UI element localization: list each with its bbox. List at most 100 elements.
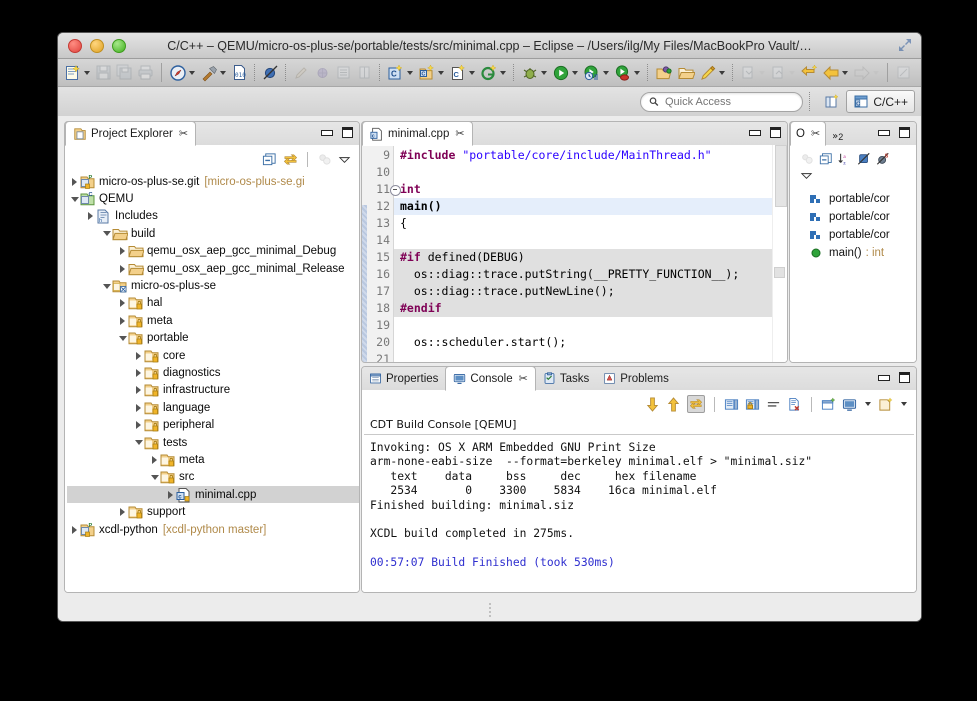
collapse-all-button[interactable] xyxy=(262,152,277,167)
outline-item[interactable]: portable/cor xyxy=(790,190,916,208)
hide-fields-button[interactable] xyxy=(857,152,871,166)
new-cpp-file-button[interactable]: C xyxy=(448,62,477,84)
minimize-view-button[interactable] xyxy=(321,129,333,136)
minimize-panel-button[interactable] xyxy=(878,374,890,381)
tree-row[interactable]: Pxcdl-python [xcdl-python master] xyxy=(67,521,359,538)
hide-static-button[interactable]: S xyxy=(876,152,890,166)
code-line[interactable]: main() xyxy=(394,198,772,215)
editor-vertical-scrollbar[interactable] xyxy=(772,145,787,362)
quick-access-input[interactable] xyxy=(662,94,795,109)
collapse-twisty[interactable] xyxy=(117,330,128,347)
new-cpp-class-menu-arrow[interactable] xyxy=(438,70,444,75)
expand-twisty[interactable] xyxy=(165,486,176,503)
close-icon[interactable]: ✂ xyxy=(455,127,464,140)
tab-outline[interactable]: O ✂ xyxy=(790,121,827,146)
back-button[interactable] xyxy=(821,62,850,84)
display-selected-console-button[interactable] xyxy=(842,397,857,412)
expand-twisty[interactable] xyxy=(133,347,144,364)
search-button[interactable] xyxy=(292,62,311,84)
expand-twisty[interactable] xyxy=(117,243,128,260)
scroll-lock-down-button[interactable] xyxy=(645,396,660,412)
link-with-editor-button[interactable] xyxy=(283,152,298,167)
run-history-menu-arrow[interactable] xyxy=(603,70,609,75)
collapse-twisty[interactable] xyxy=(101,278,112,295)
view-overflow[interactable]: » 2 xyxy=(832,131,843,142)
new-cpp-project-menu-arrow[interactable] xyxy=(407,70,413,75)
save-button[interactable] xyxy=(94,62,113,84)
annotate-button[interactable] xyxy=(698,62,727,84)
code-line[interactable]: os::diag::trace.putNewLine(); xyxy=(394,283,772,300)
outline-list[interactable]: portable/cor portable/cor portable/cor main… xyxy=(790,190,916,262)
focus-on-active-task-button[interactable] xyxy=(800,152,814,166)
minimize-outline-button[interactable] xyxy=(878,129,890,136)
annotate-menu-arrow[interactable] xyxy=(719,70,725,75)
project-explorer-toolbar[interactable] xyxy=(65,145,359,171)
quick-access-box[interactable] xyxy=(640,91,804,112)
expand-twisty[interactable] xyxy=(117,260,128,277)
tab-minimal-cpp[interactable]: c minimal.cpp ✂ xyxy=(362,121,473,146)
expand-twisty[interactable] xyxy=(133,364,144,381)
close-icon[interactable]: ✂ xyxy=(179,127,188,140)
window-titlebar[interactable]: C/C++ – QEMU/micro-os-plus-se/portable/t… xyxy=(58,33,921,59)
expand-diagonal-icon[interactable] xyxy=(898,38,912,52)
tree-row[interactable]: support xyxy=(67,503,359,520)
expand-twisty[interactable] xyxy=(133,399,144,416)
new-git-repo-button[interactable] xyxy=(479,62,508,84)
next-annotation-button[interactable] xyxy=(739,62,767,84)
secondary-toolbar[interactable]: C C/C++ xyxy=(58,87,921,117)
search-globe-button[interactable] xyxy=(313,62,332,84)
tree-row[interactable]: micro-os-plus-se xyxy=(67,277,359,294)
expand-twisty[interactable] xyxy=(69,521,80,538)
sort-button[interactable]: a z xyxy=(838,152,852,166)
code-line[interactable]: #include "portable/core/include/MainThre… xyxy=(394,147,772,164)
tree-row[interactable]: infrastructure xyxy=(67,382,359,399)
back-menu-arrow[interactable] xyxy=(842,70,848,75)
tree-row[interactable]: meta xyxy=(67,451,359,468)
focus-on-active-task-button[interactable] xyxy=(317,152,332,167)
code-line[interactable]: int xyxy=(394,181,772,198)
maximize-panel-button[interactable] xyxy=(899,372,910,383)
expand-twisty[interactable] xyxy=(117,504,128,521)
code-line[interactable] xyxy=(394,351,772,362)
code-line[interactable]: os::scheduler.start(); xyxy=(394,334,772,351)
scroll-lock-up-button[interactable] xyxy=(666,396,681,412)
collapse-twisty[interactable] xyxy=(149,469,160,486)
collapse-twisty[interactable] xyxy=(69,191,80,208)
scroll-lock-button[interactable] xyxy=(724,397,739,412)
tree-row[interactable]: build xyxy=(67,225,359,242)
tree-row[interactable]: peripheral xyxy=(67,416,359,433)
collapse-twisty[interactable] xyxy=(101,225,112,242)
tab-problems[interactable]: Problems xyxy=(596,367,676,390)
forward-button[interactable] xyxy=(852,62,881,84)
code-line[interactable]: #if defined(DEBUG) xyxy=(394,249,772,266)
tree-row[interactable]: language xyxy=(67,399,359,416)
display-console-menu-arrow[interactable] xyxy=(865,402,871,406)
prev-annotation-menu-arrow[interactable] xyxy=(789,70,795,75)
tree-row[interactable]: tests xyxy=(67,434,359,451)
window-resize-grip[interactable] xyxy=(58,599,921,621)
build-button[interactable] xyxy=(199,62,228,84)
new-git-repo-menu-arrow[interactable] xyxy=(500,70,506,75)
new-cpp-file-menu-arrow[interactable] xyxy=(469,70,475,75)
project-tree[interactable]: Pmicro-os-plus-se.git [micro-os-plus-se.g… xyxy=(65,171,359,538)
open-console-menu-arrow[interactable] xyxy=(901,402,907,406)
console-output[interactable]: Invoking: OS X ARM Embedded GNU Print Si… xyxy=(362,435,916,577)
build-all-button[interactable] xyxy=(168,62,197,84)
tree-row[interactable]: C QEMU xyxy=(67,190,359,207)
console-toolbar[interactable] xyxy=(362,390,916,416)
new-cpp-class-button[interactable]: C xyxy=(417,62,446,84)
new-cpp-project-button[interactable]: C xyxy=(386,62,415,84)
open-perspective-button[interactable] xyxy=(817,91,846,112)
collapse-twisty[interactable] xyxy=(133,434,144,451)
open-type-button[interactable] xyxy=(654,62,674,84)
pin-editor-button[interactable] xyxy=(894,62,913,84)
main-toolbar[interactable]: 010 C C C xyxy=(58,59,921,87)
outline-item[interactable]: main(): int xyxy=(790,244,916,262)
tree-row[interactable]: h Includes xyxy=(67,208,359,225)
expand-twisty[interactable] xyxy=(133,417,144,434)
tree-row[interactable]: portable xyxy=(67,330,359,347)
close-icon[interactable]: ✂ xyxy=(811,127,820,140)
code-line[interactable] xyxy=(394,232,772,249)
word-wrap-button[interactable] xyxy=(766,397,781,412)
zoom-window-button[interactable] xyxy=(112,38,126,53)
